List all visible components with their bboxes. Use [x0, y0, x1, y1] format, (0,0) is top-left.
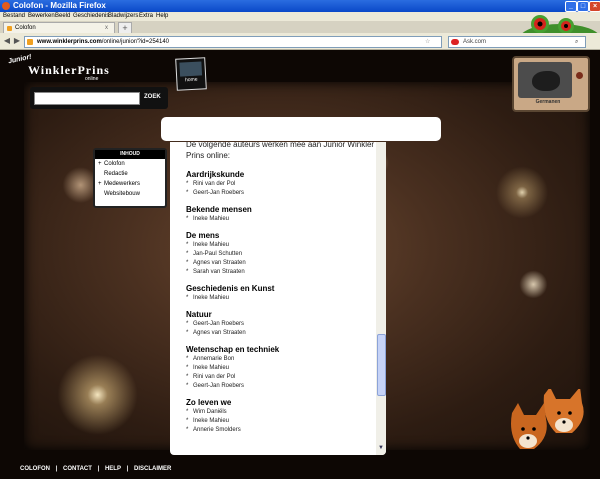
section-title: Aardrijkskunde [186, 170, 245, 179]
scrollbar-thumb[interactable] [377, 334, 386, 396]
content-body: De volgende auteurs werken mee aan Junio… [186, 142, 376, 441]
author-name: Ineke Mahieu [186, 241, 376, 250]
footer-separator: | [126, 466, 129, 472]
inhoud-title: INHOUD [95, 150, 165, 159]
section-aardrijkskunde: Aardrijkskunde Rini van der Pol Geert-Ja… [186, 169, 376, 198]
footer-separator: | [55, 466, 58, 472]
menu-geschiedenis[interactable]: Geschiedenis [73, 12, 109, 21]
author-name: Ineke Mahieu [186, 364, 376, 373]
author-name: Sarah van Straaten [186, 268, 376, 277]
tv-screen [518, 62, 572, 98]
section-title: Natuur [186, 310, 212, 319]
footer-separator: | [97, 466, 100, 472]
home-label: home [184, 76, 198, 84]
content-header-bar [161, 117, 441, 141]
home-picture-icon [179, 61, 203, 77]
author-name: Rini van der Pol [186, 180, 376, 189]
intro-text: De volgende auteurs werken mee aan Junio… [186, 142, 375, 160]
author-name: Ineke Mahieu [186, 294, 376, 303]
search-button[interactable]: ZOEK [144, 92, 161, 103]
footer-help-link[interactable]: HELP [105, 466, 121, 472]
content-panel: De volgende auteurs werken mee aan Junio… [170, 142, 386, 455]
footer-disclaimer-link[interactable]: DISCLAIMER [134, 466, 171, 472]
inhoud-item-medewerkers[interactable]: Medewerkers [95, 179, 165, 189]
window-title: Colofon - Mozilla Firefox [13, 1, 106, 10]
author-name: Rini van der Pol [186, 373, 376, 382]
section-title: Bekende mensen [186, 205, 252, 214]
inhoud-item-colofon[interactable]: Colofon [95, 159, 165, 169]
author-name: Jan-Paul Schutten [186, 250, 376, 259]
author-name: Agnes van Straaten [186, 259, 376, 268]
favicon-icon [7, 26, 12, 31]
menu-help[interactable]: Help [156, 12, 168, 21]
logo-online: online [85, 76, 99, 82]
forward-arrow-icon[interactable]: ▶ [12, 36, 22, 46]
home-button[interactable]: home [175, 57, 207, 91]
author-name: Agnes van Straaten [186, 329, 376, 338]
site-logo[interactable]: Junior! WinklerPrins online [8, 54, 118, 82]
search-engine-box[interactable]: Ask.com ⌕ [448, 36, 586, 48]
site-search-input[interactable] [34, 92, 140, 105]
author-name: Ineke Mahieu [186, 417, 376, 426]
address-bar[interactable]: www.winklerprins.com/online/junior/?id=2… [24, 36, 442, 48]
site-search: ZOEK [30, 87, 168, 109]
close-button[interactable]: × [589, 1, 600, 12]
author-name: Geert-Jan Roebers [186, 189, 376, 198]
section-title: Geschiedenis en Kunst [186, 284, 275, 293]
web-page: Junior! WinklerPrins online home ZOEK Ge… [0, 50, 600, 479]
footer-contact-link[interactable]: CONTACT [63, 466, 92, 472]
author-name: Annerie Smolders [186, 426, 376, 435]
back-arrow-icon[interactable]: ◀ [2, 36, 12, 46]
footer-colofon-link[interactable]: COLOFON [20, 466, 50, 472]
scroll-down-arrow-icon[interactable]: ▼ [377, 444, 385, 453]
section-title: Wetenschap en techniek [186, 345, 280, 354]
section-natuur: Natuur Geert-Jan Roebers Agnes van Straa… [186, 309, 376, 338]
title-bar: Colofon - Mozilla Firefox _ □ × [0, 0, 600, 12]
section-title: De mens [186, 231, 220, 240]
inhoud-item-websitebouw[interactable]: Websitebouw [95, 189, 165, 199]
site-favicon-icon [27, 39, 33, 45]
section-de-mens: De mens Ineke Mahieu Jan-Paul Schutten A… [186, 230, 376, 277]
menu-extra[interactable]: Extra [139, 12, 153, 21]
url-text: www.winklerprins.com/online/junior/?id=2… [37, 39, 170, 45]
tv-widget[interactable]: Germanen [512, 56, 590, 112]
author-name: Geert-Jan Roebers [186, 320, 376, 329]
author-name: Ineke Mahieu [186, 215, 376, 224]
minimize-button[interactable]: _ [565, 1, 577, 12]
section-title: Zo leven we [186, 398, 232, 407]
inhoud-item-redactie[interactable]: Redactie [95, 169, 165, 179]
content-scrollbar[interactable]: ▼ [376, 142, 386, 455]
ask-logo-icon [451, 39, 459, 45]
search-magnifier-icon[interactable]: ⌕ [575, 37, 578, 47]
tv-knob-icon [576, 72, 583, 79]
search-engine-placeholder: Ask.com [463, 39, 487, 45]
section-bekende-mensen: Bekende mensen Ineke Mahieu [186, 204, 376, 224]
maximize-button[interactable]: □ [577, 1, 589, 12]
author-name: Geert-Jan Roebers [186, 382, 376, 391]
inhoud-menu: INHOUD Colofon Redactie Medewerkers Webs… [93, 148, 167, 208]
section-wetenschap-en-techniek: Wetenschap en techniek Annemarie Bon Ine… [186, 344, 376, 391]
menu-bewerken[interactable]: Bewerken [28, 12, 55, 21]
fox-cubs-icon [511, 389, 584, 449]
bison-icon [532, 71, 560, 91]
author-name: Wim Daniëls [186, 408, 376, 417]
menu-bestand[interactable]: Bestand [3, 12, 25, 21]
author-name: Annemarie Bon [186, 355, 376, 364]
navigation-bar: ◀ ▶ www.winklerprins.com/online/junior/?… [0, 33, 600, 50]
section-zo-leven-we: Zo leven we Wim Daniëls Ineke Mahieu Ann… [186, 397, 376, 435]
bookmark-star-icon[interactable]: ☆ [425, 37, 430, 47]
menu-bladwijzers[interactable]: Bladwijzers [108, 12, 138, 21]
firefox-icon [2, 2, 10, 10]
section-geschiedenis-en-kunst: Geschiedenis en Kunst Ineke Mahieu [186, 283, 376, 303]
menu-beeld[interactable]: Beeld [55, 12, 70, 21]
tv-caption: Germanen [535, 99, 561, 105]
footer-links: COLOFON | CONTACT | HELP | DISCLAIMER [20, 466, 175, 472]
browser-window: Colofon - Mozilla Firefox _ □ × Bestand … [0, 0, 600, 479]
